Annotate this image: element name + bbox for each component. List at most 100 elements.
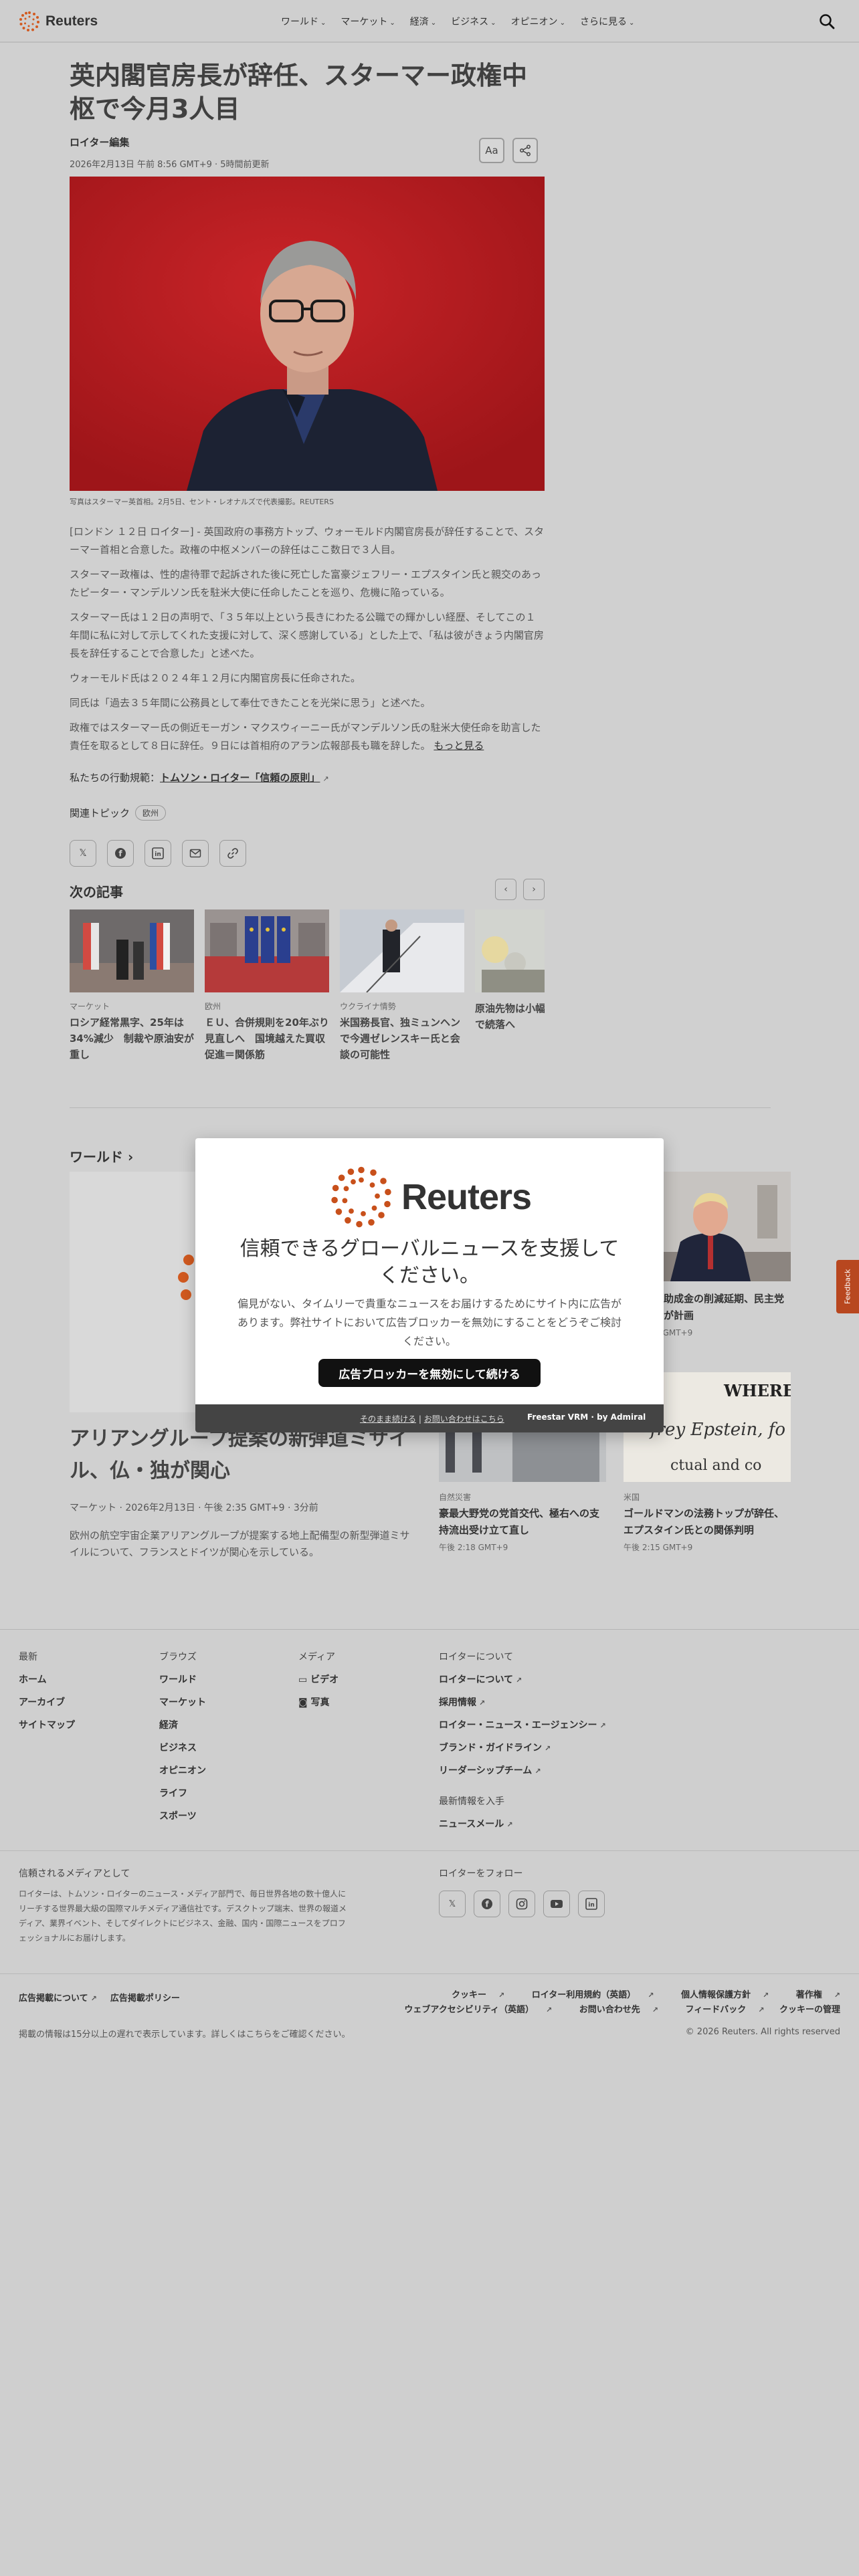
footer-link[interactable]: ワールド — [159, 1673, 206, 1686]
disable-adblock-button[interactable]: 広告ブロッカーを無効にして続ける — [318, 1359, 541, 1387]
copy-link-button[interactable] — [219, 840, 246, 867]
footer-link-newsletter[interactable]: ニュースメール ↗ — [439, 1817, 606, 1830]
footer-link[interactable]: リーダーシップチーム ↗ — [439, 1763, 606, 1777]
continue-link[interactable]: そのまま続ける — [360, 1414, 416, 1424]
nav-item-opinion[interactable]: オピニオン ⌄ — [511, 15, 565, 28]
principles-prefix: 私たちの行動規範： — [70, 772, 161, 784]
modal-reuters-logo: Reuters — [329, 1165, 532, 1229]
topics-label: 関連トピック — [70, 807, 130, 819]
trust-principles-link[interactable]: トムソン・ロイター「信頼の原則」 — [160, 772, 320, 784]
hero-photo[interactable] — [70, 177, 545, 491]
next-article-card[interactable]: 欧州 ＥＵ、合併規則を20年ぶり見直しへ 国境越えた買収促進＝関係筋 — [205, 909, 329, 1070]
legal-link[interactable]: 広告掲載について ↗ — [19, 1991, 97, 2004]
hero-photo-illustration — [70, 177, 545, 491]
footer-link[interactable]: 経済 — [159, 1718, 206, 1731]
share-linkedin-button[interactable]: in — [145, 840, 171, 867]
share-email-button[interactable] — [182, 840, 209, 867]
external-link-icon: ↗ — [652, 2006, 658, 2014]
legal-link[interactable]: 著作権 ↗ — [784, 1990, 840, 2000]
footer-link-video[interactable]: ▭ ビデオ — [298, 1673, 339, 1686]
next-article-card[interactable]: 原油先物は小幅リスク後退で続落へ — [475, 909, 545, 1070]
footer-link[interactable]: アーカイブ — [19, 1695, 75, 1709]
contact-link[interactable]: お問い合わせはこちら — [424, 1414, 504, 1424]
share-button[interactable] — [512, 138, 538, 163]
trusted-heading: 信頼されるメディアとして — [19, 1868, 130, 1879]
external-link-icon: ↗ — [90, 1994, 97, 2003]
footer-column-browse: ブラウズ ワールド マーケット 経済 ビジネス オピニオン ライフ スポーツ — [159, 1650, 206, 1832]
social-youtube-button[interactable] — [543, 1891, 570, 1917]
share-x-button[interactable]: 𝕏 — [70, 840, 96, 867]
email-icon — [189, 849, 201, 858]
article-title[interactable]: 米国務長官、独ミュンヘンで今週ゼレンスキー氏と会談の可能性 — [340, 1014, 464, 1063]
nav-item-world[interactable]: ワールド ⌄ — [281, 15, 326, 28]
legal-link[interactable]: フィードバック ↗ — [673, 2005, 764, 2015]
world-section-title[interactable]: ワールド › — [70, 1146, 133, 1166]
article-time: 午後 2:15 GMT+9 — [624, 1543, 693, 1552]
legal-link[interactable]: 広告掲載ポリシー — [110, 1991, 180, 2004]
footer-link[interactable]: ブランド・ガイドライン ↗ — [439, 1741, 606, 1754]
modal-title: 信頼できるグローバルニュースを支援してください。 — [240, 1237, 619, 1287]
legal-link[interactable]: クッキー ↗ — [440, 1990, 504, 2000]
article-title[interactable]: ＥＵ、合併規則を20年ぶり見直しへ 国境越えた買収促進＝関係筋 — [205, 1014, 329, 1063]
trust-principles: 私たちの行動規範：トムソン・ロイター「信頼の原則」 ↗ — [70, 770, 329, 784]
article-title[interactable]: 豪最大野党の党首交代、極右への支持流出受け立て直し — [439, 1505, 606, 1539]
facebook-icon: f — [115, 848, 126, 859]
footer-link[interactable]: ロイターについて ↗ — [439, 1673, 606, 1686]
article-byline[interactable]: ロイター編集 — [70, 135, 545, 149]
legal-link[interactable]: クッキーの管理 — [779, 2005, 840, 2015]
article-paragraph: スターマー政権は、性的虐待罪で起訴された後に死亡した富豪ジェフリー・エプスタイン… — [70, 568, 542, 599]
read-more-link[interactable]: もっと見る — [434, 740, 484, 752]
article-title[interactable]: ゴールドマンの法務トップが辞任、エプスタイン氏との関係判明 — [624, 1505, 791, 1539]
footer-link[interactable]: ホーム — [19, 1673, 75, 1686]
feedback-tab[interactable]: Feedback — [836, 1260, 859, 1313]
footer-link[interactable]: ビジネス — [159, 1741, 206, 1754]
footer-link[interactable]: スポーツ — [159, 1809, 206, 1822]
social-facebook-button[interactable]: f — [474, 1891, 500, 1917]
delay-note: 掲載の情報は15分以上の遅れで表示しています。詳しくはこちらをご確認ください。 — [19, 2030, 351, 2040]
reuters-logo[interactable]: Reuters — [19, 11, 98, 32]
next-article-card[interactable]: マーケット ロシア経常黒字、25年は34%減少 制裁や原油安が重し — [70, 909, 194, 1070]
legal-link[interactable]: ロイター利用規約（英語） ↗ — [520, 1990, 654, 2000]
nav-label: さらに見る — [579, 17, 627, 27]
feature-headline[interactable]: アリアングループ提案の新弾道ミサイル、仏・独が関心 — [70, 1423, 417, 1487]
footer-link[interactable]: 採用情報 ↗ — [439, 1695, 606, 1709]
footer-link[interactable]: ライフ — [159, 1786, 206, 1800]
share-facebook-button[interactable]: f — [107, 840, 134, 867]
legal-link[interactable]: お問い合わせ先 ↗ — [567, 2005, 658, 2015]
prev-arrow-button[interactable]: ‹ — [495, 879, 516, 900]
footer-heading: ロイターについて — [439, 1652, 514, 1662]
nav-item-economy[interactable]: 経済 ⌄ — [410, 15, 436, 28]
legal-links-right: クッキー ↗ ロイター利用規約（英語） ↗ 個人情報保護方針 ↗ 著作権 ↗ ウェブアク… — [375, 1988, 840, 2018]
article-title[interactable]: ロシア経常黒字、25年は34%減少 制裁や原油安が重し — [70, 1014, 194, 1063]
search-icon[interactable] — [818, 12, 836, 31]
article-title[interactable]: 原油先物は小幅リスク後退で続落へ — [475, 1000, 545, 1033]
article-category: 米国 — [624, 1493, 640, 1502]
legal-link[interactable]: 個人情報保護方針 ↗ — [669, 1990, 769, 2000]
social-linkedin-button[interactable]: in — [578, 1891, 605, 1917]
next-arrow-button[interactable]: › — [523, 879, 545, 900]
text-size-button[interactable]: Aa — [479, 138, 504, 163]
social-x-button[interactable]: 𝕏 — [439, 1891, 466, 1917]
page: Reuters ワールド ⌄ マーケット ⌄ 経済 ⌄ ビジネス ⌄ オピニオン ⌄ さら… — [0, 0, 859, 2576]
nav-label: マーケット — [341, 17, 388, 27]
nav-item-more[interactable]: さらに見る ⌄ — [580, 15, 634, 28]
nav-item-business[interactable]: ビジネス ⌄ — [451, 15, 496, 28]
chevron-down-icon: ⌄ — [559, 19, 565, 27]
article-tools: Aa — [479, 138, 538, 163]
footer-link[interactable]: サイトマップ — [19, 1718, 75, 1731]
footer-link[interactable]: マーケット — [159, 1695, 206, 1709]
article-dateline: 2026年2月13日 午前 8:56 GMT+9 · 5時間前更新 — [70, 160, 270, 170]
social-instagram-button[interactable] — [508, 1891, 535, 1917]
next-articles-title: 次の記事 — [70, 884, 123, 900]
footer-link[interactable]: オピニオン — [159, 1763, 206, 1777]
topic-chip[interactable]: 欧州 — [135, 805, 167, 821]
feature-description: 欧州の航空宇宙企業アリアングループが提案する地上配備型の新型弾道ミサイルについて… — [70, 1529, 410, 1558]
legal-link[interactable]: ウェブアクセシビリティ（英語） ↗ — [392, 2005, 552, 2015]
footer-link[interactable]: ロイター・ニュース・エージェンシー ↗ — [439, 1718, 606, 1731]
external-link-icon: ↗ — [535, 1767, 541, 1776]
next-article-card[interactable]: ウクライナ情勢 米国務長官、独ミュンヘンで今週ゼレンスキー氏と会談の可能性 — [340, 909, 464, 1070]
external-link-icon: ↗ — [648, 1991, 654, 2000]
nav-item-markets[interactable]: マーケット ⌄ — [341, 15, 395, 28]
x-icon: 𝕏 — [448, 1899, 456, 1909]
footer-link-photo[interactable]: ◙ 写真 — [298, 1695, 339, 1709]
